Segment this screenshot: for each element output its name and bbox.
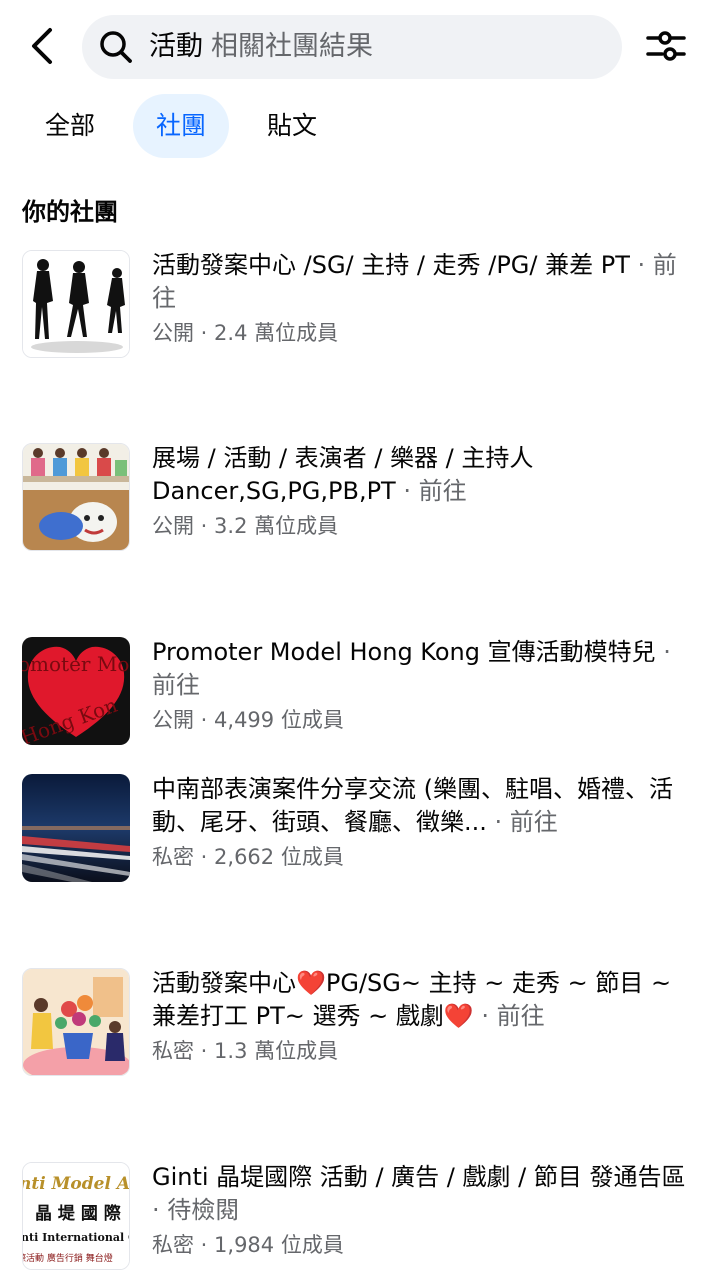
group-meta: 私密 · 1,984 位成員 bbox=[152, 1233, 344, 1257]
group-name: 活動發案中心❤️PG/SG~ 主持 ~ 走秀 ~ 節目 ~ 兼差打工 PT~ 選… bbox=[152, 969, 672, 1030]
filter-button[interactable] bbox=[644, 28, 688, 64]
section-title: 你的社團 bbox=[22, 198, 118, 226]
filter-sliders-icon bbox=[646, 31, 686, 61]
back-button[interactable] bbox=[26, 26, 62, 66]
performers-image bbox=[22, 443, 130, 551]
tab-posts[interactable]: 貼文 bbox=[244, 94, 340, 158]
heart-logo-image: omoter Mo Hong Kon bbox=[22, 637, 130, 745]
group-meta: 公開 · 4,499 位成員 bbox=[152, 708, 344, 732]
search-icon bbox=[98, 29, 134, 65]
group-name: Ginti 晶堤國際 活動 / 廣告 / 戲劇 / 節目 發通告區 · 待檢閱 bbox=[152, 1163, 686, 1224]
search-query: 活動 相關社團結果 bbox=[149, 29, 373, 65]
group-name: Promoter Model Hong Kong 宣傳活動模特兒 · 前往 bbox=[152, 638, 671, 699]
silhouettes-image bbox=[22, 250, 130, 358]
go-link[interactable]: 前往 bbox=[497, 1002, 545, 1030]
group-name: 中南部表演案件分享交流 (樂團、駐唱、婚禮、活動、尾牙、街頭、餐廳、徵樂... … bbox=[152, 775, 673, 836]
chevron-left-icon bbox=[32, 28, 52, 64]
ginti-logo-image: nti Model A 晶 堤 國 際 nti International C … bbox=[22, 1162, 130, 1270]
illustration-image bbox=[22, 968, 130, 1076]
night-highway-image bbox=[22, 774, 130, 882]
search-hint: 相關社團結果 bbox=[211, 31, 373, 62]
group-name: 展場 / 活動 / 表演者 / 樂器 / 主持人 Dancer,SG,PG,PB… bbox=[152, 444, 534, 505]
group-meta: 公開 · 3.2 萬位成員 bbox=[152, 514, 339, 538]
thumb-text-line: nti International C bbox=[23, 1231, 130, 1244]
go-link[interactable]: 前往 bbox=[152, 671, 200, 699]
search-term: 活動 bbox=[149, 31, 203, 62]
thumb-text-line: omoter Mo bbox=[22, 652, 129, 676]
group-name: 活動發案中心 /SG/ 主持 / 走秀 /PG/ 兼差 PT · 前往 bbox=[152, 251, 677, 312]
go-link[interactable]: 前往 bbox=[419, 477, 467, 505]
thumb-text-line: nti Model A bbox=[23, 1174, 130, 1194]
thumb-text-line: 晶 堤 國 際 bbox=[35, 1203, 122, 1224]
search-input[interactable]: 活動 相關社團結果 bbox=[82, 15, 622, 79]
go-link[interactable]: 前往 bbox=[510, 808, 558, 836]
thumb-text-line: 際活動 廣告行銷 舞台燈 bbox=[23, 1252, 113, 1264]
tab-groups[interactable]: 社團 bbox=[133, 94, 229, 158]
group-meta: 私密 · 1.3 萬位成員 bbox=[152, 1039, 339, 1063]
go-link[interactable]: 待檢閱 bbox=[167, 1196, 239, 1224]
tab-all[interactable]: 全部 bbox=[22, 94, 118, 158]
group-meta: 公開 · 2.4 萬位成員 bbox=[152, 321, 339, 345]
group-meta: 私密 · 2,662 位成員 bbox=[152, 845, 344, 869]
